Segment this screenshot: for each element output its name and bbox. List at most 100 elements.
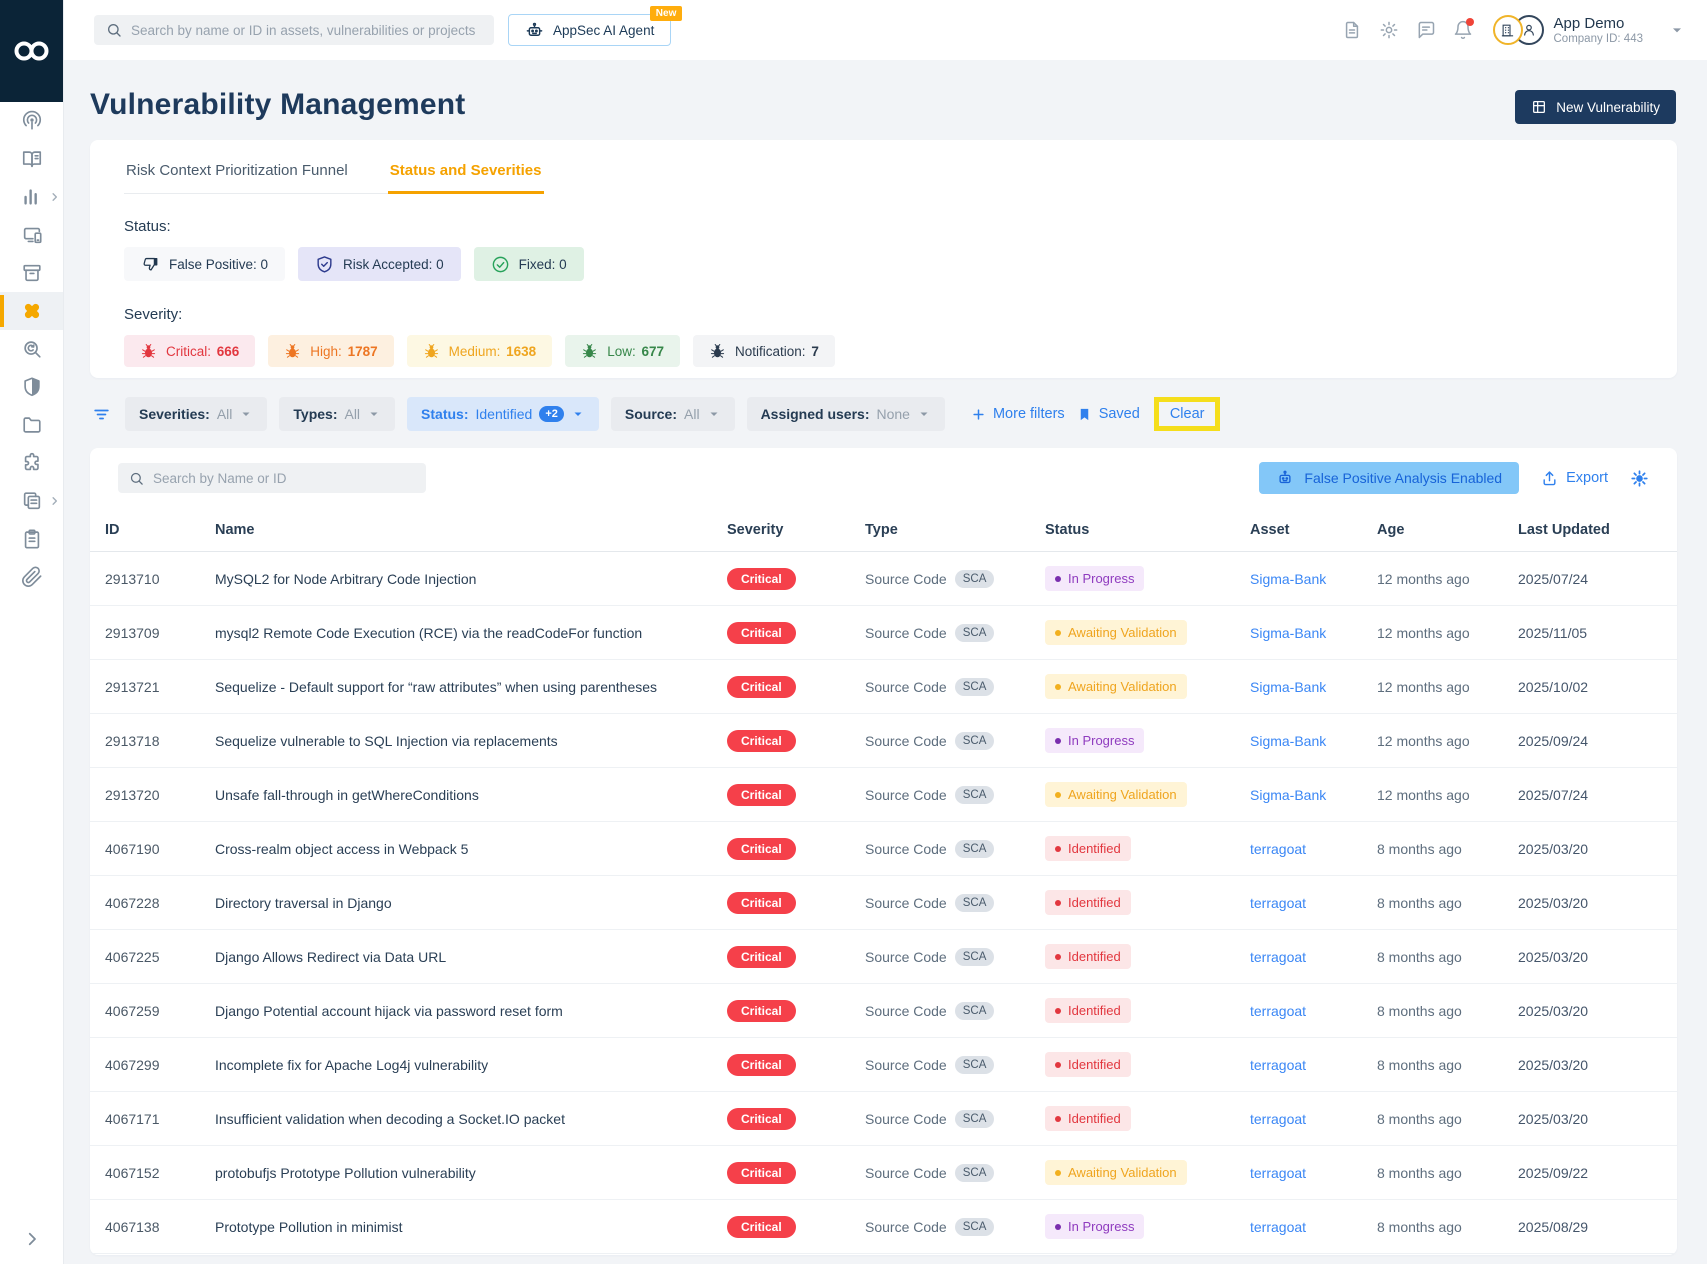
asset-link[interactable]: terragoat bbox=[1250, 1165, 1306, 1181]
asset-link[interactable]: Sigma-Bank bbox=[1250, 679, 1326, 695]
column-header-severity[interactable]: Severity bbox=[727, 522, 865, 538]
asset-link[interactable]: terragoat bbox=[1250, 949, 1306, 965]
severity-chip-high[interactable]: High: 1787 bbox=[268, 335, 394, 367]
new-vulnerability-button[interactable]: New Vulnerability bbox=[1515, 90, 1676, 124]
table-row[interactable]: 2913720 Unsafe fall-through in getWhereCo… bbox=[90, 768, 1677, 822]
column-header-name[interactable]: Name bbox=[215, 522, 727, 538]
table-row[interactable]: 4067152 protobufjs Prototype Pollution vu… bbox=[90, 1146, 1677, 1200]
table-row[interactable]: 4067228 Directory traversal in Django Crit… bbox=[90, 876, 1677, 930]
status-chip-risk[interactable]: Risk Accepted: 0 bbox=[298, 247, 461, 281]
asset-link[interactable]: terragoat bbox=[1250, 1003, 1306, 1019]
global-search-input[interactable]: Search by name or ID in assets, vulnerab… bbox=[94, 15, 494, 45]
sidebar-item-book[interactable] bbox=[0, 140, 63, 178]
asset-link[interactable]: Sigma-Bank bbox=[1250, 625, 1326, 641]
severity-chip-label: High: 1787 bbox=[310, 343, 378, 359]
asset-link[interactable]: terragoat bbox=[1250, 841, 1306, 857]
sidebar-expand-button[interactable] bbox=[0, 1230, 63, 1248]
table-row[interactable]: 2913718 Sequelize vulnerable to SQL Injec… bbox=[90, 714, 1677, 768]
asset-link[interactable]: Sigma-Bank bbox=[1250, 733, 1326, 749]
status-chip-fixed[interactable]: Fixed: 0 bbox=[473, 247, 584, 281]
type-badge: SCA bbox=[954, 785, 995, 804]
severity-chip-medium[interactable]: Medium: 1638 bbox=[406, 335, 553, 367]
filter-chip-source[interactable]: Source: All bbox=[610, 397, 735, 431]
sidebar-item-archive[interactable] bbox=[0, 254, 63, 292]
type-badge: SCA bbox=[954, 569, 995, 588]
filter-chip-types[interactable]: Types: All bbox=[279, 397, 396, 431]
asset-link[interactable]: Sigma-Bank bbox=[1250, 571, 1326, 587]
cell-asset: terragoat bbox=[1250, 1003, 1377, 1019]
severity-chip-notification[interactable]: Notification: 7 bbox=[693, 335, 835, 367]
infinity-logo-icon bbox=[14, 41, 48, 61]
cell-severity: Critical bbox=[727, 999, 865, 1022]
saved-filters-button[interactable]: Saved bbox=[1077, 406, 1140, 422]
filter-value: All bbox=[684, 406, 700, 422]
sidebar-item-folder[interactable] bbox=[0, 406, 63, 444]
cell-asset: Sigma-Bank bbox=[1250, 571, 1377, 587]
sidebar-item-bandaid[interactable] bbox=[0, 292, 63, 330]
table-row[interactable]: 4067190 Cross-realm object access in Webp… bbox=[90, 822, 1677, 876]
filter-icon[interactable] bbox=[92, 405, 111, 424]
notifications-button[interactable] bbox=[1453, 18, 1474, 40]
asset-link[interactable]: terragoat bbox=[1250, 1111, 1306, 1127]
app-logo[interactable] bbox=[0, 0, 63, 102]
chevron-down-icon[interactable] bbox=[1669, 22, 1685, 38]
severity-chip-critical[interactable]: Critical: 666 bbox=[124, 335, 256, 367]
false-positive-analysis-button[interactable]: False Positive Analysis Enabled bbox=[1259, 462, 1520, 494]
table-search-input[interactable]: Search by Name or ID bbox=[118, 463, 426, 493]
table-row[interactable]: 2913721 Sequelize - Default support for “… bbox=[90, 660, 1677, 714]
table-row[interactable]: 2913710 MySQL2 for Node Arbitrary Code In… bbox=[90, 552, 1677, 606]
paperclip-icon bbox=[21, 566, 43, 588]
sidebar-item-radar[interactable] bbox=[0, 102, 63, 140]
severity-chip-row: Critical: 666 High: 1787 Medium: 1638 Low: … bbox=[124, 335, 1643, 367]
column-header-status[interactable]: Status bbox=[1045, 522, 1250, 538]
filter-chip-severities[interactable]: Severities: All bbox=[125, 397, 268, 431]
clear-filters-button[interactable]: Clear bbox=[1170, 406, 1205, 422]
column-header-asset[interactable]: Asset bbox=[1250, 522, 1377, 538]
sidebar-item-paperclip[interactable] bbox=[0, 558, 63, 596]
asset-link[interactable]: terragoat bbox=[1250, 895, 1306, 911]
table-row[interactable]: 2913709 mysql2 Remote Code Execution (RCE… bbox=[90, 606, 1677, 660]
sidebar-item-puzzle[interactable] bbox=[0, 444, 63, 482]
appsec-ai-agent-button[interactable]: AppSec AI Agent New bbox=[508, 6, 683, 46]
table-row[interactable]: 4067259 Django Potential account hijack v… bbox=[90, 984, 1677, 1038]
check-circle-icon bbox=[491, 255, 510, 274]
asset-link[interactable]: Sigma-Bank bbox=[1250, 787, 1326, 803]
sidebar-item-bar-chart[interactable] bbox=[0, 178, 63, 216]
column-header-type[interactable]: Type bbox=[865, 522, 1045, 538]
more-filters-button[interactable]: More filters bbox=[971, 406, 1065, 422]
cell-last-updated: 2025/03/20 bbox=[1518, 894, 1589, 911]
sidebar-item-pages[interactable] bbox=[0, 482, 63, 520]
user-menu[interactable]: App Demo Company ID: 443 bbox=[1492, 15, 1686, 45]
sidebar-item-scan-search[interactable] bbox=[0, 330, 63, 368]
column-header-last-updated[interactable]: Last Updated bbox=[1518, 522, 1677, 538]
filter-extra-count-badge: +2 bbox=[539, 406, 564, 422]
table-row[interactable]: 4067138 Prototype Pollution in minimist Cr… bbox=[90, 1200, 1677, 1254]
sidebar-item-clipboard[interactable] bbox=[0, 520, 63, 558]
filter-chip-status[interactable]: Status: Identified +2 bbox=[407, 397, 599, 431]
filter-chip-assigned-users[interactable]: Assigned users: None bbox=[746, 397, 945, 431]
table-row[interactable]: 4067299 Incomplete fix for Apache Log4j v… bbox=[90, 1038, 1677, 1092]
tab-status-and-severities[interactable]: Status and Severities bbox=[387, 156, 544, 194]
tab-risk-context-prioritization-funnel[interactable]: Risk Context Prioritization Funnel bbox=[124, 156, 350, 194]
table-row[interactable]: 4067225 Django Allows Redirect via Data U… bbox=[90, 930, 1677, 984]
documents-button[interactable] bbox=[1342, 20, 1362, 40]
asset-link[interactable]: terragoat bbox=[1250, 1057, 1306, 1073]
sidebar-item-devices[interactable] bbox=[0, 216, 63, 254]
severity-chip-label: Critical: 666 bbox=[166, 343, 240, 359]
column-header-age[interactable]: Age bbox=[1377, 522, 1518, 538]
severity-badge: Critical bbox=[727, 1053, 796, 1076]
severity-badge: Critical bbox=[727, 567, 796, 590]
ai-agent-label: AppSec AI Agent bbox=[553, 22, 655, 38]
column-header-id[interactable]: ID bbox=[105, 522, 215, 538]
status-badge: Awaiting Validation bbox=[1045, 1160, 1187, 1185]
sidebar-item-shield[interactable] bbox=[0, 368, 63, 406]
bug-icon bbox=[284, 343, 301, 360]
status-chip-fp[interactable]: False Positive: 0 bbox=[124, 247, 286, 281]
table-settings-gear-icon[interactable] bbox=[1630, 469, 1649, 488]
table-row[interactable]: 4067171 Insufficient validation when deco… bbox=[90, 1092, 1677, 1146]
export-button[interactable]: Export bbox=[1541, 470, 1608, 487]
settings-button[interactable] bbox=[1379, 20, 1399, 40]
severity-chip-low[interactable]: Low: 677 bbox=[565, 335, 681, 367]
asset-link[interactable]: terragoat bbox=[1250, 1219, 1306, 1235]
feedback-button[interactable] bbox=[1416, 20, 1436, 40]
